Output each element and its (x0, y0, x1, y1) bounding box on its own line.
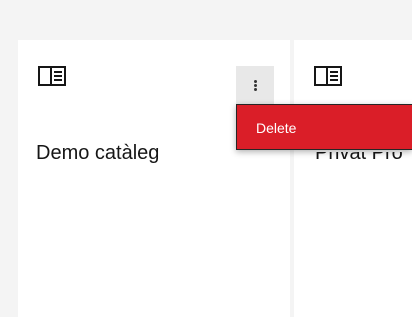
catalog-title: Demo catàleg (36, 142, 160, 164)
catalog-icon (314, 66, 342, 86)
delete-menu-item[interactable]: Delete (256, 120, 296, 136)
catalog-card[interactable]: Privat Pro (294, 40, 412, 317)
overflow-menu: Delete (236, 104, 412, 150)
overflow-menu-button[interactable] (236, 66, 274, 104)
top-bar (0, 0, 412, 40)
page: Demo catàleg Privat Pro Delete (0, 0, 412, 317)
catalog-icon (38, 66, 66, 86)
overflow-menu-vertical-icon (253, 79, 257, 91)
